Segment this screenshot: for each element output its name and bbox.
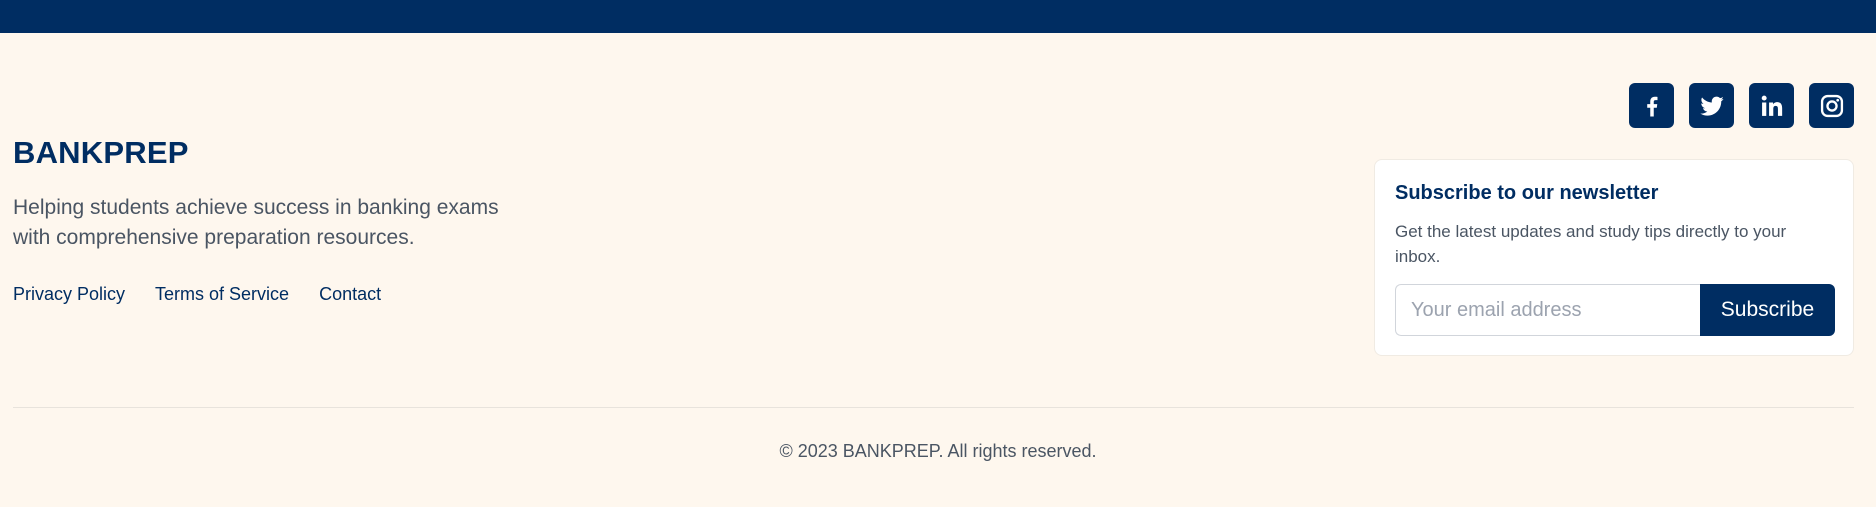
twitter-icon bbox=[1699, 96, 1724, 116]
instagram-icon bbox=[1820, 94, 1843, 117]
newsletter-form: Subscribe bbox=[1395, 284, 1835, 336]
linkedin-button[interactable] bbox=[1749, 83, 1794, 128]
footer-divider bbox=[13, 407, 1854, 408]
top-bar bbox=[0, 0, 1876, 33]
instagram-button[interactable] bbox=[1809, 83, 1854, 128]
newsletter-card: Subscribe to our newsletter Get the late… bbox=[1374, 159, 1854, 356]
twitter-button[interactable] bbox=[1689, 83, 1734, 128]
brand-tagline: Helping students achieve success in bank… bbox=[13, 196, 499, 249]
social-links bbox=[1629, 83, 1854, 128]
subscribe-button[interactable]: Subscribe bbox=[1700, 284, 1835, 336]
facebook-button[interactable] bbox=[1629, 83, 1674, 128]
copyright-text: © 2023 BANKPREP. All rights reserved. bbox=[779, 441, 1097, 461]
privacy-policy-link[interactable]: Privacy Policy bbox=[13, 284, 125, 305]
newsletter-description: Get the latest updates and study tips di… bbox=[1395, 222, 1787, 266]
contact-link[interactable]: Contact bbox=[319, 284, 381, 305]
linkedin-icon bbox=[1761, 95, 1782, 116]
terms-of-service-link[interactable]: Terms of Service bbox=[155, 284, 289, 305]
facebook-icon bbox=[1646, 96, 1657, 116]
brand-logo-text: BANKPREP bbox=[13, 135, 189, 170]
footer-links: Privacy Policy Terms of Service Contact bbox=[13, 284, 381, 305]
newsletter-title: Subscribe to our newsletter bbox=[1395, 182, 1659, 204]
email-input[interactable] bbox=[1395, 284, 1700, 336]
